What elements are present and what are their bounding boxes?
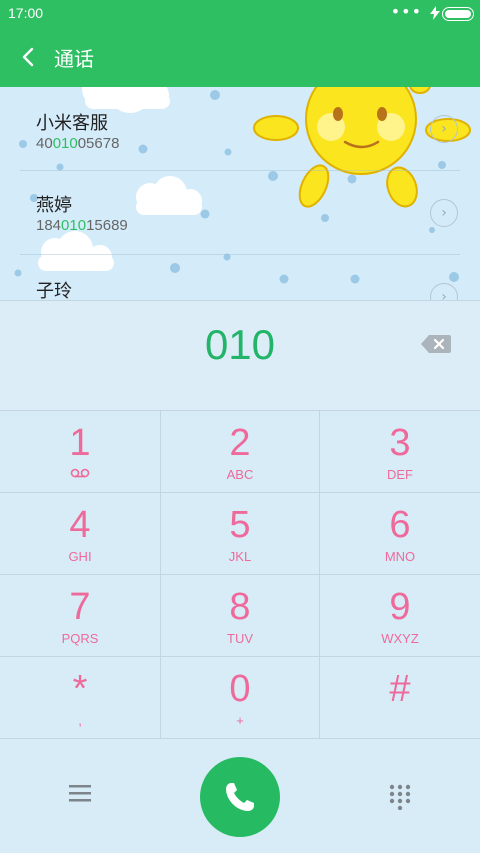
key-letters: TUV: [227, 631, 253, 646]
key-star[interactable]: * ,: [0, 656, 160, 738]
contact-row[interactable]: 小米客服 4001005678 ›: [0, 87, 480, 171]
chevron-right-icon[interactable]: ›: [430, 199, 458, 227]
key-letters: JKL: [228, 549, 252, 564]
key-2[interactable]: 2 ABC: [160, 410, 320, 492]
status-bar: 17:00 •••: [0, 0, 480, 28]
contact-name: 燕婷: [36, 195, 72, 216]
key-5[interactable]: 5 JKL: [160, 492, 320, 574]
key-0[interactable]: 0 +: [160, 656, 320, 738]
key-8[interactable]: 8 TUV: [160, 574, 320, 656]
key-digit: #: [389, 668, 411, 710]
key-digit: 3: [389, 422, 411, 464]
contact-name: 小米客服: [36, 113, 108, 134]
dial-keypad: 1 2 ABC 3 DEF 4 GHI 5 JKL 6 MNO 7 PQRS 8…: [0, 410, 480, 738]
key-letters: MNO: [384, 549, 416, 564]
key-digit: 4: [69, 504, 91, 546]
signal-dots-icon: •••: [390, 2, 422, 21]
key-7[interactable]: 7 PQRS: [0, 574, 160, 656]
chevron-right-icon[interactable]: ›: [430, 283, 458, 300]
key-letters: +: [236, 713, 244, 728]
contact-number: 4001005678: [36, 135, 120, 152]
key-hash[interactable]: #: [320, 656, 480, 738]
status-time: 17:00: [8, 5, 44, 21]
key-letters: PQRS: [61, 631, 99, 646]
key-letters: WXYZ: [381, 631, 419, 646]
voicemail-icon: [70, 468, 90, 478]
key-digit: 1: [69, 422, 91, 464]
key-digit: 7: [69, 586, 91, 628]
page-title: 通话: [54, 47, 94, 71]
key-digit: 2: [229, 422, 251, 464]
key-letters: ,: [78, 713, 82, 728]
chevron-right-icon[interactable]: ›: [430, 115, 458, 143]
key-3[interactable]: 3 DEF: [320, 410, 480, 492]
key-digit: 6: [389, 504, 411, 546]
key-6[interactable]: 6 MNO: [320, 492, 480, 574]
key-9[interactable]: 9 WXYZ: [320, 574, 480, 656]
key-letters: DEF: [387, 467, 413, 482]
dial-display: 010: [0, 300, 480, 410]
contact-number: 18401015689: [36, 217, 128, 234]
key-letters: ABC: [226, 467, 254, 482]
back-icon[interactable]: [14, 42, 44, 72]
key-letters: GHI: [68, 549, 92, 564]
key-1[interactable]: 1: [0, 410, 160, 492]
phone-icon: [226, 783, 254, 811]
dialpad-icon[interactable]: [388, 784, 412, 811]
menu-icon[interactable]: [68, 783, 92, 803]
contact-row[interactable]: 子玲 ›: [0, 255, 480, 300]
app-bar: 通话: [0, 28, 480, 87]
key-digit: 8: [229, 586, 251, 628]
key-digit: 5: [229, 504, 251, 546]
key-digit: *: [72, 668, 88, 710]
key-digit: 0: [229, 668, 251, 710]
bottom-action-bar: [0, 738, 480, 853]
backspace-icon[interactable]: [420, 333, 452, 355]
contact-name: 子玲: [36, 281, 72, 300]
dialed-number: 010: [204, 321, 276, 368]
battery-icon: [442, 7, 474, 21]
call-button[interactable]: [200, 757, 280, 837]
contact-suggestions: 小米客服 4001005678 › 燕婷 18401015689 › 子玲 ›: [0, 87, 480, 300]
contact-row[interactable]: 燕婷 18401015689 ›: [0, 171, 480, 255]
key-4[interactable]: 4 GHI: [0, 492, 160, 574]
charging-icon: [430, 6, 440, 24]
key-digit: 9: [389, 586, 411, 628]
